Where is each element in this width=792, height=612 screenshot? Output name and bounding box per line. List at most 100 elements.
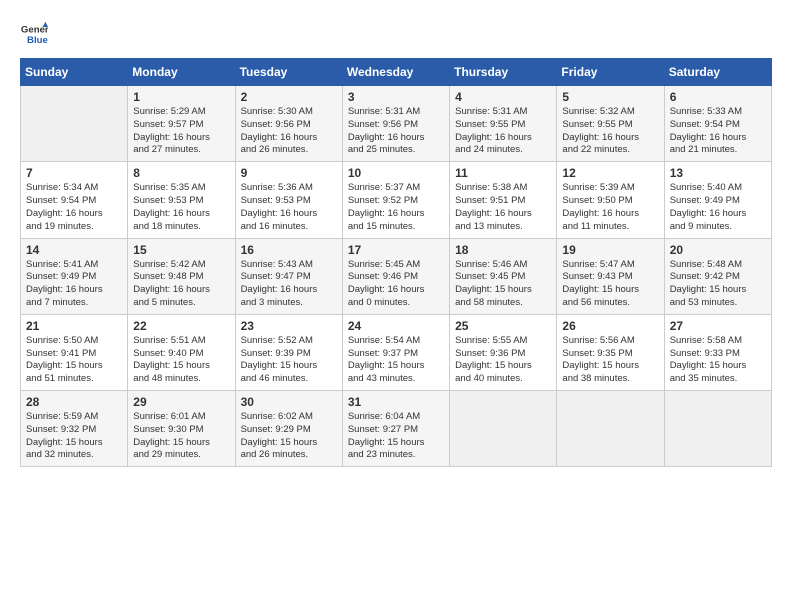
day-info: Sunrise: 5:55 AM Sunset: 9:36 PM Dayligh… [455, 335, 551, 386]
calendar-week-row: 28Sunrise: 5:59 AM Sunset: 9:32 PM Dayli… [21, 391, 772, 467]
day-number: 7 [26, 166, 122, 180]
day-number: 24 [348, 319, 444, 333]
calendar-cell: 13 Sunrise: 5:40 AM Sunset: 9:49 PM Dayli… [664, 162, 771, 238]
day-info: Sunrise: 5:51 AM Sunset: 9:40 PM Dayligh… [133, 335, 229, 386]
calendar-cell: 24Sunrise: 5:54 AM Sunset: 9:37 PM Dayli… [342, 314, 449, 390]
calendar-cell: 7 Sunrise: 5:34 AM Sunset: 9:54 PM Daylig… [21, 162, 128, 238]
calendar-cell: 3 Sunrise: 5:31 AM Sunset: 9:56 PM Daylig… [342, 86, 449, 162]
logo: General Blue [20, 20, 52, 48]
day-info: Sunrise: 5:29 AM Sunset: 9:57 PM Dayligh… [133, 106, 229, 157]
day-number: 12 [562, 166, 658, 180]
calendar-cell: 20Sunrise: 5:48 AM Sunset: 9:42 PM Dayli… [664, 238, 771, 314]
calendar-cell: 18 Sunrise: 5:46 AM Sunset: 9:45 PM Dayli… [450, 238, 557, 314]
calendar-table: SundayMondayTuesdayWednesdayThursdayFrid… [20, 58, 772, 467]
day-number: 25 [455, 319, 551, 333]
day-info: Sunrise: 5:59 AM Sunset: 9:32 PM Dayligh… [26, 411, 122, 462]
calendar-week-row: 1 Sunrise: 5:29 AM Sunset: 9:57 PM Daylig… [21, 86, 772, 162]
day-info: Sunrise: 5:38 AM Sunset: 9:51 PM Dayligh… [455, 182, 551, 233]
calendar-cell: 21 Sunrise: 5:50 AM Sunset: 9:41 PM Dayli… [21, 314, 128, 390]
day-number: 15 [133, 243, 229, 257]
day-number: 2 [241, 90, 337, 104]
day-number: 30 [241, 395, 337, 409]
day-info: Sunrise: 6:01 AM Sunset: 9:30 PM Dayligh… [133, 411, 229, 462]
day-info: Sunrise: 5:41 AM Sunset: 9:49 PM Dayligh… [26, 259, 122, 310]
calendar-cell: 17 Sunrise: 5:45 AM Sunset: 9:46 PM Dayli… [342, 238, 449, 314]
day-header-thursday: Thursday [450, 59, 557, 86]
calendar-cell: 15 Sunrise: 5:42 AM Sunset: 9:48 PM Dayli… [128, 238, 235, 314]
day-info: Sunrise: 5:36 AM Sunset: 9:53 PM Dayligh… [241, 182, 337, 233]
calendar-week-row: 21 Sunrise: 5:50 AM Sunset: 9:41 PM Dayli… [21, 314, 772, 390]
day-info: Sunrise: 5:56 AM Sunset: 9:35 PM Dayligh… [562, 335, 658, 386]
day-number: 29 [133, 395, 229, 409]
calendar-cell: 11 Sunrise: 5:38 AM Sunset: 9:51 PM Dayli… [450, 162, 557, 238]
day-info: Sunrise: 5:40 AM Sunset: 9:49 PM Dayligh… [670, 182, 766, 233]
calendar-cell: 9 Sunrise: 5:36 AM Sunset: 9:53 PM Daylig… [235, 162, 342, 238]
day-number: 20 [670, 243, 766, 257]
day-number: 11 [455, 166, 551, 180]
calendar-cell: 10Sunrise: 5:37 AM Sunset: 9:52 PM Dayli… [342, 162, 449, 238]
calendar-cell: 23 Sunrise: 5:52 AM Sunset: 9:39 PM Dayli… [235, 314, 342, 390]
calendar-cell: 16 Sunrise: 5:43 AM Sunset: 9:47 PM Dayli… [235, 238, 342, 314]
day-header-monday: Monday [128, 59, 235, 86]
calendar-cell: 31 Sunrise: 6:04 AM Sunset: 9:27 PM Dayli… [342, 391, 449, 467]
calendar-cell: 2 Sunrise: 5:30 AM Sunset: 9:56 PM Daylig… [235, 86, 342, 162]
calendar-cell: 22 Sunrise: 5:51 AM Sunset: 9:40 PM Dayli… [128, 314, 235, 390]
svg-text:Blue: Blue [27, 35, 48, 46]
calendar-cell: 6 Sunrise: 5:33 AM Sunset: 9:54 PM Daylig… [664, 86, 771, 162]
day-info: Sunrise: 5:33 AM Sunset: 9:54 PM Dayligh… [670, 106, 766, 157]
calendar-cell: 4Sunrise: 5:31 AM Sunset: 9:55 PM Daylig… [450, 86, 557, 162]
day-info: Sunrise: 5:31 AM Sunset: 9:56 PM Dayligh… [348, 106, 444, 157]
day-number: 3 [348, 90, 444, 104]
day-header-friday: Friday [557, 59, 664, 86]
day-info: Sunrise: 6:04 AM Sunset: 9:27 PM Dayligh… [348, 411, 444, 462]
day-number: 16 [241, 243, 337, 257]
day-info: Sunrise: 5:50 AM Sunset: 9:41 PM Dayligh… [26, 335, 122, 386]
day-number: 23 [241, 319, 337, 333]
day-number: 8 [133, 166, 229, 180]
day-number: 27 [670, 319, 766, 333]
day-info: Sunrise: 5:30 AM Sunset: 9:56 PM Dayligh… [241, 106, 337, 157]
day-header-sunday: Sunday [21, 59, 128, 86]
calendar-cell: 26 Sunrise: 5:56 AM Sunset: 9:35 PM Dayli… [557, 314, 664, 390]
day-info: Sunrise: 5:45 AM Sunset: 9:46 PM Dayligh… [348, 259, 444, 310]
day-number: 5 [562, 90, 658, 104]
day-info: Sunrise: 5:39 AM Sunset: 9:50 PM Dayligh… [562, 182, 658, 233]
day-number: 9 [241, 166, 337, 180]
calendar-cell [450, 391, 557, 467]
day-number: 22 [133, 319, 229, 333]
day-number: 17 [348, 243, 444, 257]
day-number: 26 [562, 319, 658, 333]
day-info: Sunrise: 5:46 AM Sunset: 9:45 PM Dayligh… [455, 259, 551, 310]
day-number: 4 [455, 90, 551, 104]
day-info: Sunrise: 5:43 AM Sunset: 9:47 PM Dayligh… [241, 259, 337, 310]
calendar-cell [664, 391, 771, 467]
calendar-cell: 12 Sunrise: 5:39 AM Sunset: 9:50 PM Dayli… [557, 162, 664, 238]
calendar-cell: 1 Sunrise: 5:29 AM Sunset: 9:57 PM Daylig… [128, 86, 235, 162]
day-number: 18 [455, 243, 551, 257]
day-info: Sunrise: 5:52 AM Sunset: 9:39 PM Dayligh… [241, 335, 337, 386]
calendar-cell: 14 Sunrise: 5:41 AM Sunset: 9:49 PM Dayli… [21, 238, 128, 314]
calendar-week-row: 14 Sunrise: 5:41 AM Sunset: 9:49 PM Dayli… [21, 238, 772, 314]
calendar-cell: 27Sunrise: 5:58 AM Sunset: 9:33 PM Dayli… [664, 314, 771, 390]
day-number: 6 [670, 90, 766, 104]
day-info: Sunrise: 5:42 AM Sunset: 9:48 PM Dayligh… [133, 259, 229, 310]
calendar-cell: 25 Sunrise: 5:55 AM Sunset: 9:36 PM Dayli… [450, 314, 557, 390]
logo-icon: General Blue [20, 20, 48, 48]
day-number: 1 [133, 90, 229, 104]
day-info: Sunrise: 5:34 AM Sunset: 9:54 PM Dayligh… [26, 182, 122, 233]
calendar-cell: 19Sunrise: 5:47 AM Sunset: 9:43 PM Dayli… [557, 238, 664, 314]
calendar-cell: 30Sunrise: 6:02 AM Sunset: 9:29 PM Dayli… [235, 391, 342, 467]
calendar-cell: 29 Sunrise: 6:01 AM Sunset: 9:30 PM Dayli… [128, 391, 235, 467]
day-number: 19 [562, 243, 658, 257]
day-header-wednesday: Wednesday [342, 59, 449, 86]
days-header-row: SundayMondayTuesdayWednesdayThursdayFrid… [21, 59, 772, 86]
calendar-cell: 8Sunrise: 5:35 AM Sunset: 9:53 PM Daylig… [128, 162, 235, 238]
calendar-week-row: 7 Sunrise: 5:34 AM Sunset: 9:54 PM Daylig… [21, 162, 772, 238]
day-number: 14 [26, 243, 122, 257]
day-number: 13 [670, 166, 766, 180]
calendar-cell: 5 Sunrise: 5:32 AM Sunset: 9:55 PM Daylig… [557, 86, 664, 162]
day-number: 31 [348, 395, 444, 409]
day-number: 21 [26, 319, 122, 333]
day-info: Sunrise: 5:32 AM Sunset: 9:55 PM Dayligh… [562, 106, 658, 157]
calendar-cell [557, 391, 664, 467]
